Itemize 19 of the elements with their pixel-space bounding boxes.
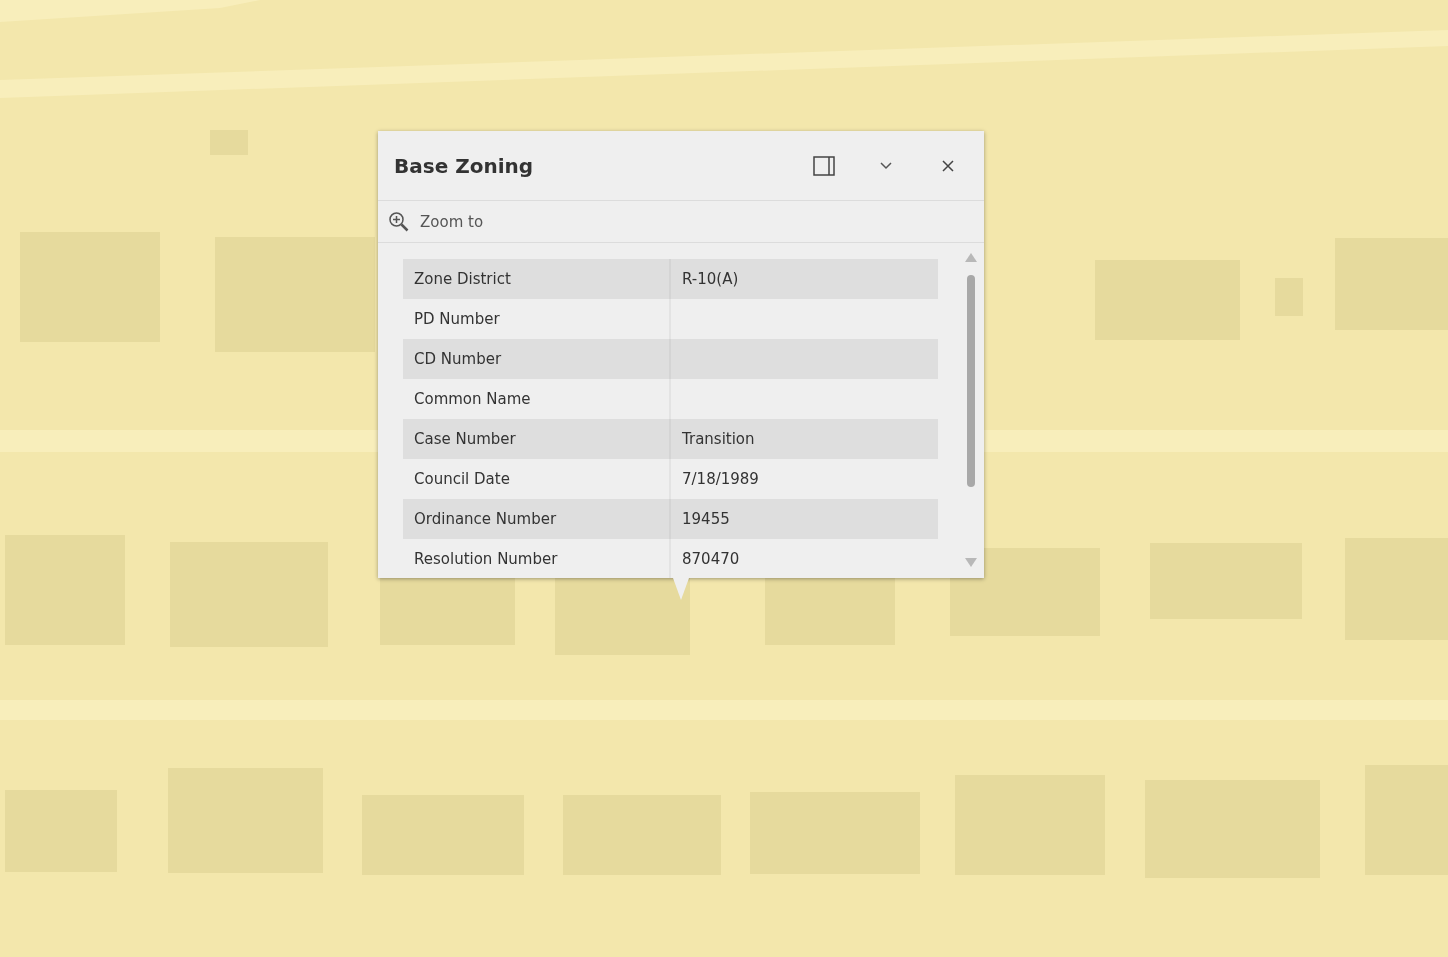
field-value: 870470 <box>681 549 740 570</box>
zoom-in-icon <box>388 210 410 233</box>
field-value: 7/18/1989 <box>681 469 759 490</box>
field-value: R-10(A) <box>681 269 739 290</box>
scroll-up-icon[interactable] <box>965 253 977 262</box>
zoom-to-button[interactable]: Zoom to <box>378 205 494 238</box>
side-panel-icon <box>813 155 835 176</box>
field-label: Case Number <box>403 419 671 459</box>
field-label: Resolution Number <box>403 539 671 578</box>
field-value: Transition <box>681 429 755 450</box>
field-label: CD Number <box>403 339 671 379</box>
field-label: Zone District <box>403 259 671 299</box>
scrollbar-thumb[interactable] <box>967 275 975 487</box>
field-label: Ordinance Number <box>403 499 671 539</box>
popup-title: Base Zoning <box>394 153 535 178</box>
chevron-down-icon <box>879 160 893 171</box>
field-value: 19455 <box>681 509 730 530</box>
close-icon <box>941 158 955 173</box>
scroll-down-icon[interactable] <box>965 558 977 567</box>
